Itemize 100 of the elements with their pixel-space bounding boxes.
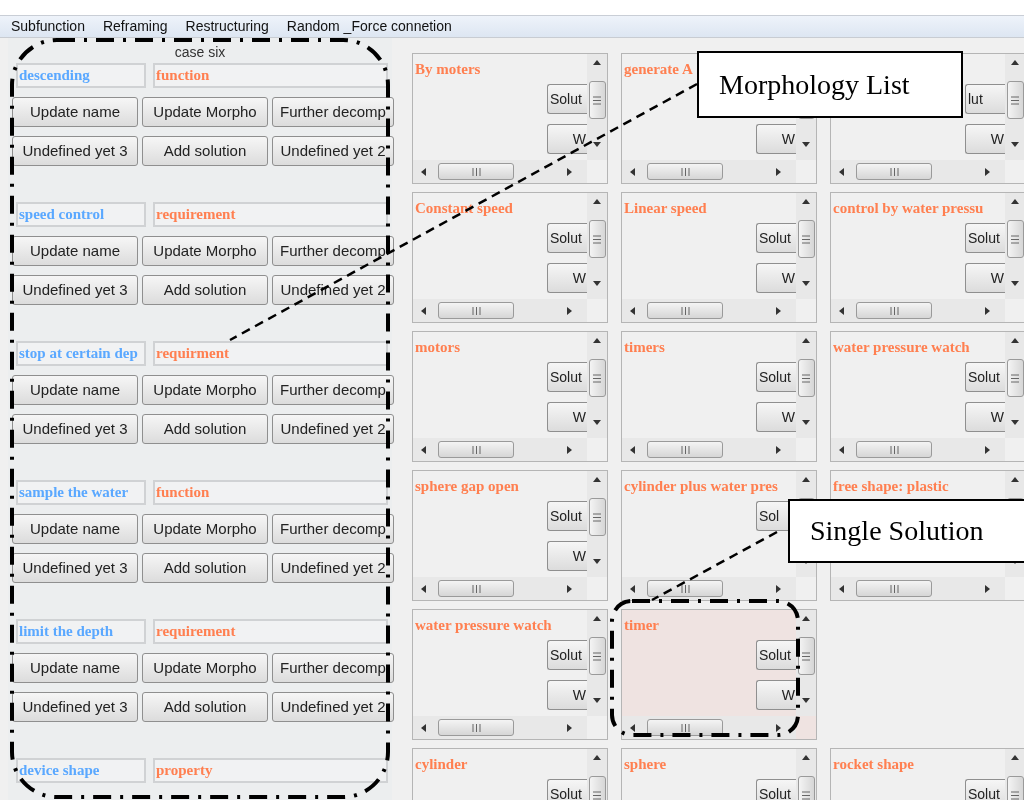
down-arrow-icon[interactable]: [802, 281, 810, 286]
right-arrow-icon[interactable]: [985, 306, 990, 315]
panel-button[interactable]: Further decomp: [272, 653, 394, 683]
solution-button[interactable]: Solut: [756, 640, 796, 670]
vertical-scrollbar[interactable]: [796, 332, 816, 438]
vertical-scrollbar[interactable]: [1005, 54, 1024, 160]
up-arrow-icon[interactable]: [593, 755, 601, 760]
horizontal-scrollbar[interactable]: [622, 438, 796, 461]
vertical-scrollbar[interactable]: [587, 471, 607, 577]
panel-button[interactable]: Add solution: [142, 275, 268, 305]
horizontal-scrollbar[interactable]: [831, 438, 1005, 461]
panel-button[interactable]: Undefined yet 2: [272, 275, 394, 305]
left-arrow-icon[interactable]: [421, 167, 426, 176]
panel-button[interactable]: Undefined yet 2: [272, 136, 394, 166]
left-arrow-icon[interactable]: [839, 167, 844, 176]
solution-button[interactable]: Solut: [756, 779, 796, 800]
w-button[interactable]: W: [965, 124, 1005, 154]
left-arrow-icon[interactable]: [421, 584, 426, 593]
horizontal-scrollbar[interactable]: [413, 160, 587, 183]
left-arrow-icon[interactable]: [421, 723, 426, 732]
panel-button[interactable]: Undefined yet 3: [12, 553, 138, 583]
panel-button[interactable]: Update name: [12, 236, 138, 266]
panel-button[interactable]: Undefined yet 3: [12, 136, 138, 166]
solution-button[interactable]: lut: [965, 84, 1005, 114]
right-arrow-icon[interactable]: [776, 445, 781, 454]
panel-button[interactable]: Add solution: [142, 692, 268, 722]
menu-item[interactable]: Random _Force connetion: [286, 16, 452, 37]
left-arrow-icon[interactable]: [839, 445, 844, 454]
solution-button[interactable]: Solut: [965, 779, 1005, 800]
up-arrow-icon[interactable]: [802, 338, 810, 343]
w-button[interactable]: W: [756, 402, 796, 432]
right-arrow-icon[interactable]: [567, 306, 572, 315]
scroll-thumb[interactable]: [797, 359, 815, 397]
up-arrow-icon[interactable]: [593, 616, 601, 621]
right-arrow-icon[interactable]: [776, 167, 781, 176]
scroll-thumb[interactable]: [588, 359, 606, 397]
up-arrow-icon[interactable]: [802, 477, 810, 482]
left-arrow-icon[interactable]: [839, 306, 844, 315]
up-arrow-icon[interactable]: [1011, 60, 1019, 65]
scroll-thumb[interactable]: [647, 163, 723, 180]
up-arrow-icon[interactable]: [593, 338, 601, 343]
down-arrow-icon[interactable]: [593, 559, 601, 564]
down-arrow-icon[interactable]: [593, 698, 601, 703]
down-arrow-icon[interactable]: [1011, 420, 1019, 425]
solution-button[interactable]: Solut: [547, 779, 587, 800]
w-button[interactable]: W: [547, 680, 587, 710]
panel-button[interactable]: Undefined yet 2: [272, 414, 394, 444]
scroll-thumb[interactable]: [647, 441, 723, 458]
scroll-thumb[interactable]: [438, 302, 514, 319]
down-arrow-icon[interactable]: [802, 420, 810, 425]
scroll-thumb[interactable]: [588, 498, 606, 536]
panel-button[interactable]: Update Morpho: [142, 97, 268, 127]
right-arrow-icon[interactable]: [567, 445, 572, 454]
horizontal-scrollbar[interactable]: [622, 577, 796, 600]
vertical-scrollbar[interactable]: [1005, 332, 1024, 438]
panel-button[interactable]: Undefined yet 3: [12, 692, 138, 722]
menu-item[interactable]: Reframing: [102, 16, 168, 37]
left-arrow-icon[interactable]: [630, 584, 635, 593]
up-arrow-icon[interactable]: [1011, 338, 1019, 343]
w-button[interactable]: W: [547, 541, 587, 571]
scroll-thumb[interactable]: [588, 81, 606, 119]
scroll-thumb[interactable]: [1006, 220, 1024, 258]
scroll-thumb[interactable]: [588, 637, 606, 675]
right-arrow-icon[interactable]: [567, 584, 572, 593]
vertical-scrollbar[interactable]: [1005, 193, 1024, 299]
right-arrow-icon[interactable]: [567, 167, 572, 176]
left-arrow-icon[interactable]: [421, 445, 426, 454]
vertical-scrollbar[interactable]: [587, 193, 607, 299]
w-button[interactable]: W: [756, 680, 796, 710]
panel-button[interactable]: Add solution: [142, 414, 268, 444]
scroll-thumb[interactable]: [647, 580, 723, 597]
left-arrow-icon[interactable]: [630, 723, 635, 732]
solution-button[interactable]: Solut: [965, 223, 1005, 253]
panel-button[interactable]: Update Morpho: [142, 514, 268, 544]
solution-button[interactable]: Solut: [756, 223, 796, 253]
panel-button[interactable]: Undefined yet 2: [272, 553, 394, 583]
up-arrow-icon[interactable]: [593, 477, 601, 482]
scroll-thumb[interactable]: [856, 163, 932, 180]
panel-button[interactable]: Update Morpho: [142, 375, 268, 405]
down-arrow-icon[interactable]: [1011, 142, 1019, 147]
vertical-scrollbar[interactable]: [587, 610, 607, 716]
right-arrow-icon[interactable]: [985, 445, 990, 454]
scroll-thumb[interactable]: [856, 580, 932, 597]
panel-button[interactable]: Update name: [12, 97, 138, 127]
vertical-scrollbar[interactable]: [587, 54, 607, 160]
w-button[interactable]: W: [756, 263, 796, 293]
menu-item[interactable]: Subfunction: [11, 16, 85, 37]
panel-button[interactable]: Further decomp: [272, 97, 394, 127]
solution-button[interactable]: Solut: [547, 84, 587, 114]
horizontal-scrollbar[interactable]: [622, 716, 796, 739]
horizontal-scrollbar[interactable]: [413, 299, 587, 322]
panel-button[interactable]: Update name: [12, 514, 138, 544]
scroll-thumb[interactable]: [856, 441, 932, 458]
left-arrow-icon[interactable]: [421, 306, 426, 315]
w-button[interactable]: W: [965, 402, 1005, 432]
scroll-thumb[interactable]: [1006, 359, 1024, 397]
up-arrow-icon[interactable]: [1011, 755, 1019, 760]
down-arrow-icon[interactable]: [593, 281, 601, 286]
down-arrow-icon[interactable]: [802, 142, 810, 147]
down-arrow-icon[interactable]: [802, 698, 810, 703]
